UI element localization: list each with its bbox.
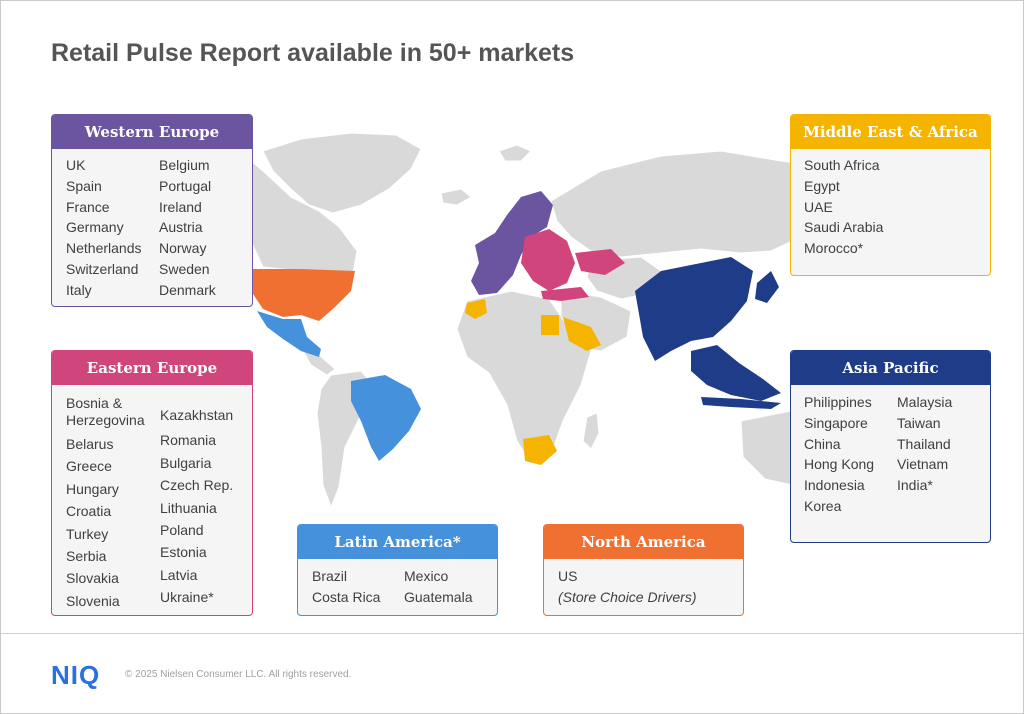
eastern-europe-col1: Bosnia & Herzegovina Belarus Greece Hung… — [66, 393, 156, 612]
country-label: Bosnia & Herzegovina — [66, 395, 145, 428]
country-label: UK — [66, 157, 86, 173]
middle-east-africa-header: Middle East & Africa — [791, 115, 990, 149]
asia-pacific-box: Asia Pacific Philippines Singapore China… — [790, 350, 991, 543]
country-label: Brazil — [312, 568, 348, 584]
country-label: Austria — [159, 219, 203, 236]
iceland-shape — [440, 188, 472, 206]
country-label: Indonesia — [804, 477, 865, 494]
latin-america-header: Latin America* — [298, 525, 497, 559]
country-label: Serbia — [66, 548, 107, 565]
western-europe-box: Western Europe UK Spain France Germany N… — [51, 114, 253, 307]
country-label: Mexico — [404, 568, 449, 584]
map-indonesia — [701, 397, 781, 409]
country-label: Thailand — [897, 435, 951, 452]
country-label: Portugal — [159, 177, 212, 194]
eastern-europe-header: Eastern Europe — [52, 351, 252, 385]
country-label: Romania — [160, 432, 217, 449]
country-label: Belgium — [159, 157, 210, 173]
country-label: Poland — [160, 522, 204, 539]
country-label: Morocco* — [804, 240, 864, 257]
middle-east-africa-box: Middle East & Africa South Africa Egypt … — [790, 114, 991, 276]
map-egypt — [541, 315, 559, 335]
country-label: UAE — [804, 198, 833, 215]
north-america-header: North America — [544, 525, 743, 559]
country-label: South Africa — [804, 157, 880, 173]
country-label: India* — [897, 477, 933, 494]
country-label: Switzerland — [66, 260, 139, 277]
country-label: Slovenia — [66, 592, 120, 609]
latin-america-col2: Mexico Guatemala — [404, 566, 472, 608]
country-label: Greece — [66, 458, 112, 475]
country-label: Ukraine* — [160, 589, 214, 606]
asia-pacific-col2: Malaysia Taiwan Thailand Vietnam India* — [897, 392, 952, 496]
country-label: Costa Rica — [312, 588, 381, 605]
niq-logo: NIQ — [51, 660, 101, 690]
western-europe-col2: Belgium Portugal Ireland Austria Norway … — [159, 155, 216, 301]
country-label: France — [66, 198, 110, 215]
country-label: Lithuania — [160, 499, 217, 516]
country-label: Guatemala — [404, 588, 473, 605]
country-label: Germany — [66, 219, 124, 236]
latin-america-col1: Brazil Costa Rica — [312, 566, 380, 608]
map-brazil — [351, 375, 421, 461]
country-label: Belarus — [66, 436, 114, 452]
svalbard-shape — [498, 144, 532, 162]
country-label: US — [558, 568, 578, 584]
country-label: Malaysia — [897, 394, 953, 410]
country-label: Sweden — [159, 260, 210, 277]
western-europe-col1: UK Spain France Germany Netherlands Swit… — [66, 155, 142, 301]
country-label: Saudi Arabia — [804, 219, 884, 236]
map-eastern-europe — [521, 229, 575, 291]
asia-pacific-header: Asia Pacific — [791, 351, 990, 385]
country-label: Italy — [66, 281, 92, 298]
country-note: (Store Choice Drivers) — [558, 588, 697, 605]
country-label: China — [804, 435, 841, 452]
slide: Retail Pulse Report available in 50+ mar… — [0, 0, 1024, 714]
country-label: Singapore — [804, 414, 868, 431]
western-europe-header: Western Europe — [52, 115, 252, 149]
country-label: Egypt — [804, 177, 840, 194]
country-label: Netherlands — [66, 240, 142, 257]
country-label: Norway — [159, 240, 207, 257]
eastern-europe-box: Eastern Europe Bosnia & Herzegovina Bela… — [51, 350, 253, 616]
eastern-europe-col2: Kazakhstan Romania Bulgaria Czech Rep. L… — [160, 393, 233, 609]
asia-pacific-col1: Philippines Singapore China Hong Kong In… — [804, 392, 874, 517]
map-southeast-asia — [691, 345, 781, 401]
country-label: Bulgaria — [160, 454, 212, 471]
footer-divider — [1, 633, 1023, 634]
country-label: Philippines — [804, 394, 872, 410]
country-label: Turkey — [66, 525, 109, 542]
country-label: Kazakhstan — [160, 407, 234, 423]
country-label: Ireland — [159, 198, 202, 215]
latin-america-box: Latin America* Brazil Costa Rica Mexico … — [297, 524, 498, 616]
north-america-col1: US (Store Choice Drivers) — [558, 566, 696, 608]
country-label: Spain — [66, 177, 102, 194]
madagascar-shape — [582, 412, 600, 450]
country-label: Czech Rep. — [160, 477, 234, 494]
country-label: Vietnam — [897, 456, 949, 473]
country-label: Slovakia — [66, 570, 119, 587]
map-japan-korea — [755, 271, 779, 303]
country-label: Estonia — [160, 544, 207, 561]
middle-east-africa-col1: South Africa Egypt UAE Saudi Arabia Moro… — [804, 155, 883, 259]
map-north-america — [241, 269, 355, 321]
country-label: Croatia — [66, 503, 112, 520]
country-label: Taiwan — [897, 414, 941, 431]
country-label: Latvia — [160, 566, 198, 583]
north-america-box: North America US (Store Choice Drivers) — [543, 524, 744, 616]
country-label: Hungary — [66, 480, 119, 497]
country-label: Korea — [804, 497, 842, 514]
country-label: Hong Kong — [804, 456, 875, 473]
country-label: Denmark — [159, 281, 216, 298]
copyright-text: © 2025 Nielsen Consumer LLC. All rights … — [125, 669, 352, 680]
